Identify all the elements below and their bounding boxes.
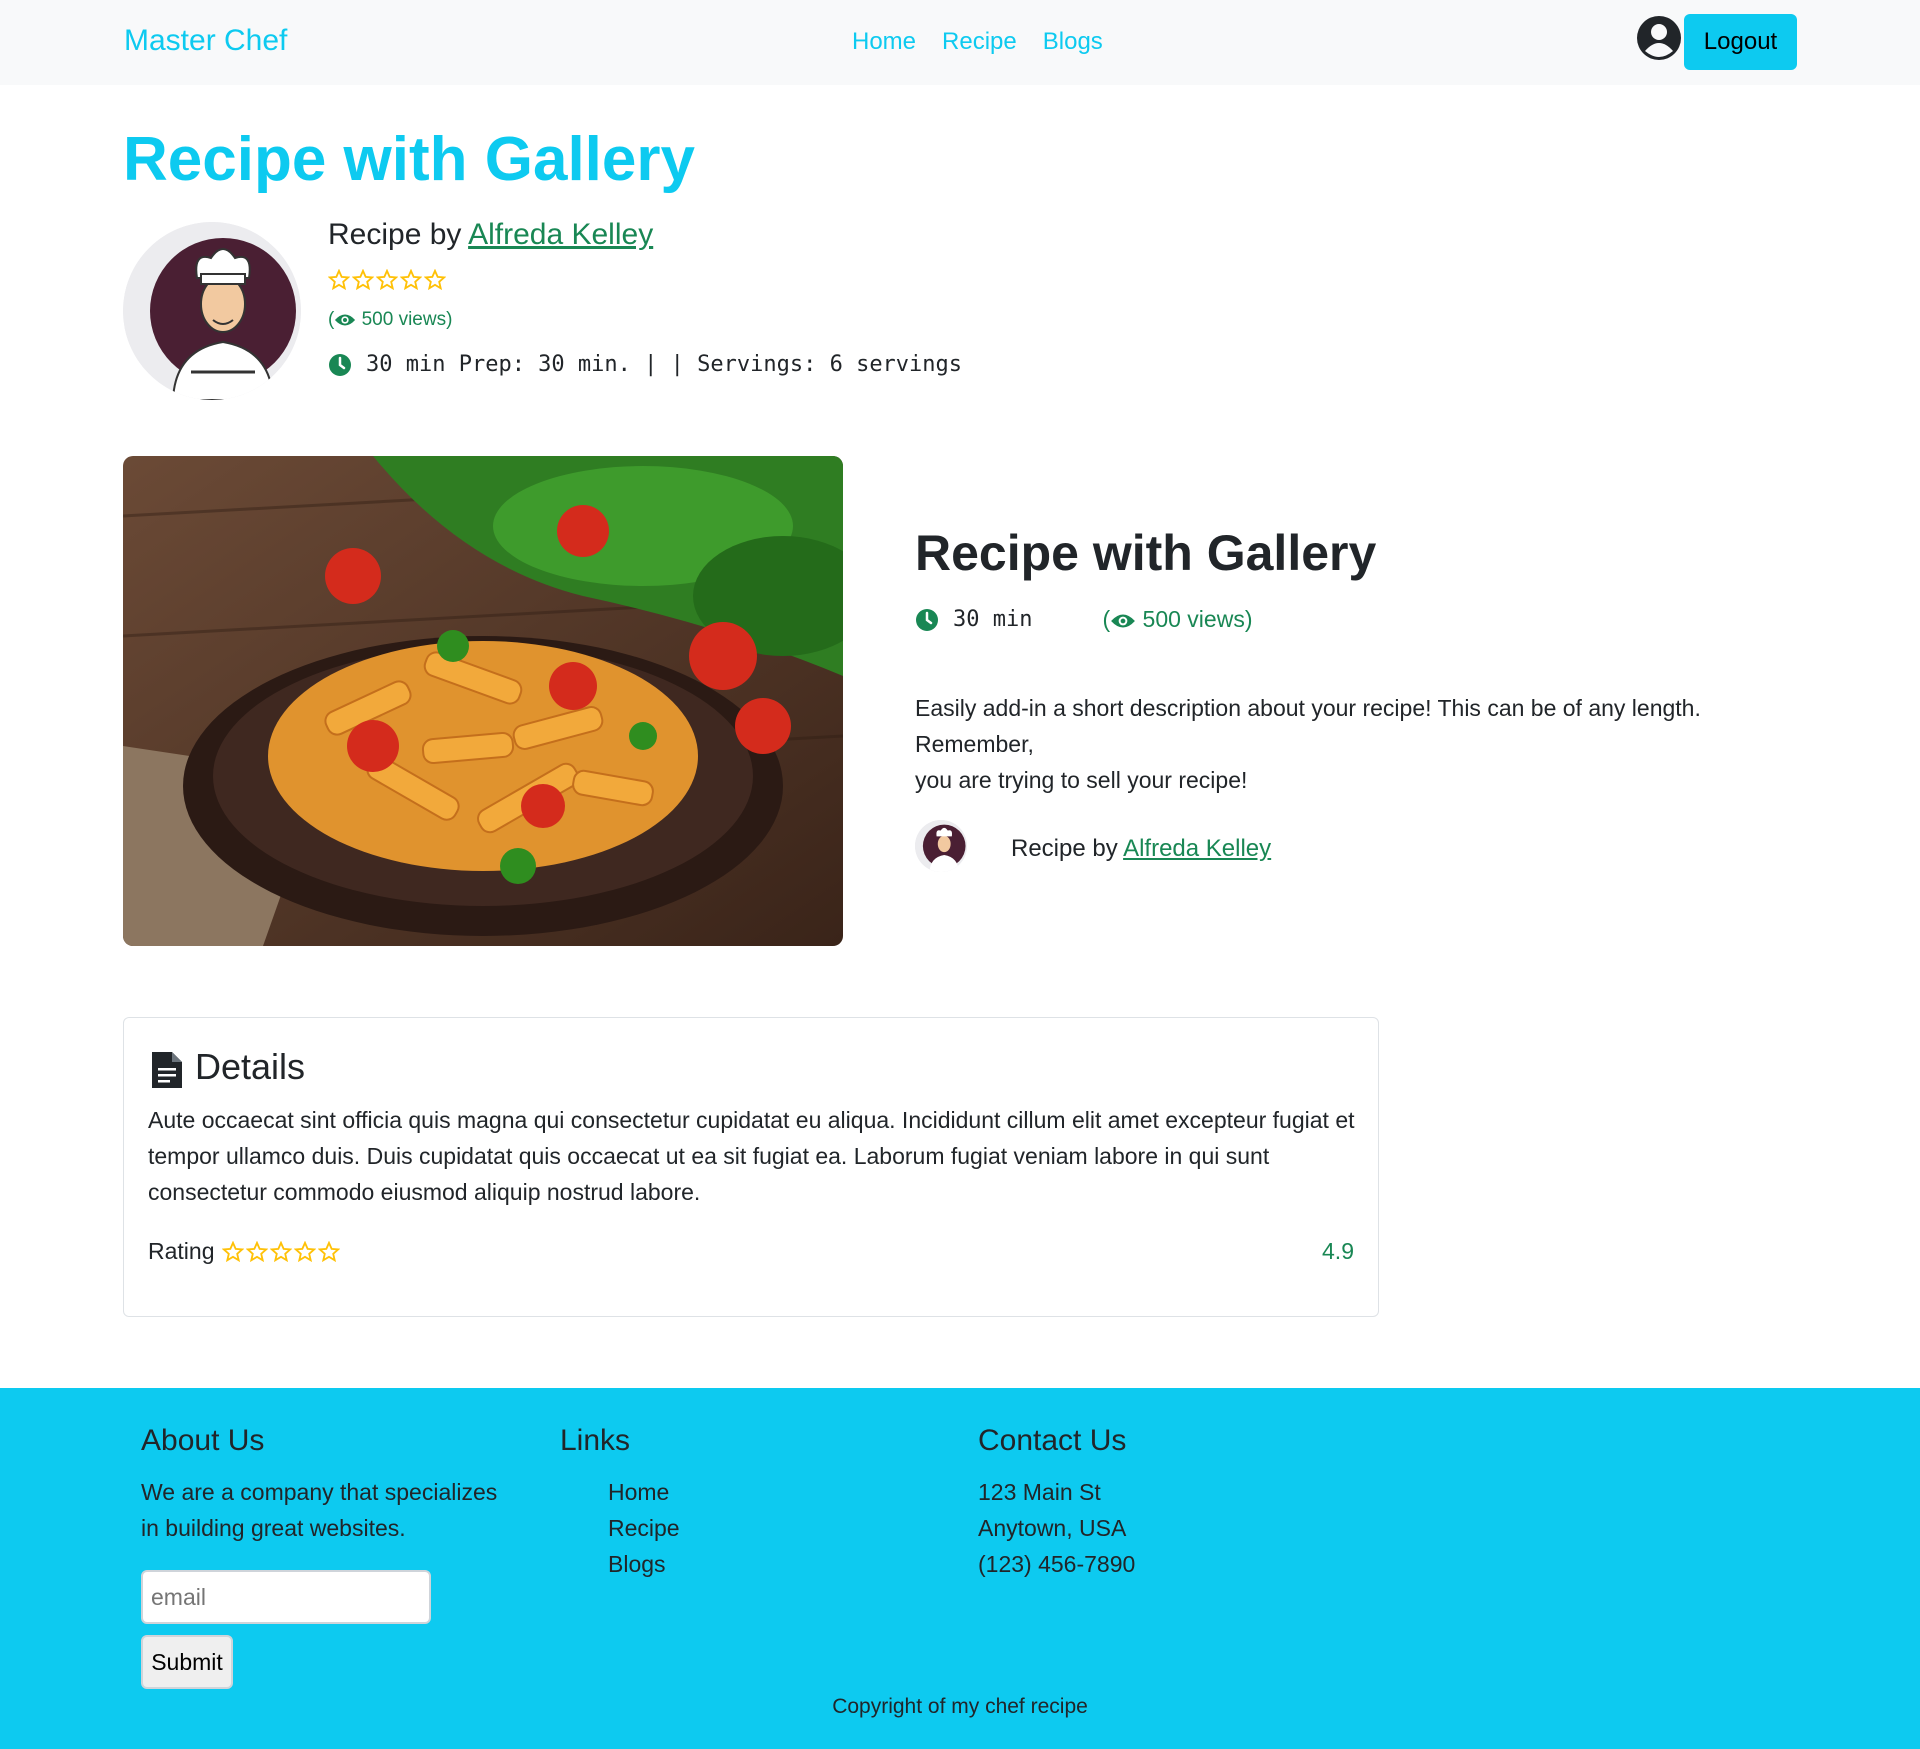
brand-link[interactable]: Master Chef (124, 24, 287, 58)
logout-button[interactable]: Logout (1684, 14, 1797, 70)
contact-address-line1: 123 Main St (978, 1479, 1101, 1505)
details-card: Details Aute occaecat sint officia quis … (123, 1017, 1379, 1317)
links-title: Links (560, 1424, 631, 1457)
recipe-meta: 30 min Prep: 30 min. | | Servings: 6 ser… (328, 352, 962, 377)
contact-phone: (123) 456-7890 (978, 1551, 1136, 1577)
about-text: We are a company that specializes in bui… (141, 1479, 498, 1541)
recipe-by-label: Recipe by (328, 218, 469, 251)
navbar: Master Chef Home Recipe Blogs Logout (0, 0, 1920, 85)
cook-time: 30 min (915, 607, 1032, 632)
contact-title: Contact Us (978, 1424, 1127, 1457)
footer-recipe-link[interactable]: Recipe (608, 1510, 680, 1546)
star-icon (246, 1240, 269, 1262)
author-avatar (123, 222, 301, 400)
clock-icon (329, 353, 351, 376)
nav-home-link[interactable]: Home (852, 28, 916, 56)
submit-button[interactable]: Submit (141, 1635, 233, 1689)
star-icon (294, 1240, 317, 1262)
eye-icon (335, 314, 356, 326)
nav-recipe-link[interactable]: Recipe (942, 28, 1017, 56)
views-count: ( 500 views) (1102, 606, 1253, 632)
star-icon (270, 1240, 293, 1262)
copyright: Copyright of my chef recipe (832, 1695, 1088, 1718)
document-icon (152, 1052, 182, 1088)
star-icon (424, 269, 446, 291)
views-count: ( 500 views) (328, 309, 453, 330)
pasta-dish-image (123, 456, 843, 946)
star-icon (352, 269, 374, 291)
star-icon (400, 269, 422, 291)
rating-value: 4.9 (1322, 1238, 1354, 1264)
contact-details: 123 Main St Anytown, USA (123) 456-7890 (978, 1474, 1135, 1582)
details-text: Aute occaecat sint officia quis magna qu… (148, 1107, 1355, 1205)
star-icon (222, 1240, 245, 1262)
rating-stars (222, 1240, 341, 1263)
contact-address-line2: Anytown, USA (978, 1515, 1127, 1541)
email-input[interactable] (141, 1570, 431, 1624)
footer-blogs-link[interactable]: Blogs (608, 1546, 680, 1582)
recipe-author-line: Recipe by Alfreda Kelley (1011, 835, 1272, 862)
author-link[interactable]: Alfreda Kelley (1123, 835, 1271, 862)
clock-icon (916, 608, 938, 631)
rating-stars (328, 269, 446, 291)
chef-illustration-icon (123, 222, 301, 400)
recipe-description: Easily add-in a short description about … (915, 695, 1701, 793)
star-icon (328, 269, 350, 291)
footer-links: Home Recipe Blogs (608, 1474, 680, 1582)
star-icon (376, 269, 398, 291)
nav-blogs-link[interactable]: Blogs (1043, 28, 1103, 56)
chef-illustration-icon (915, 820, 967, 872)
details-title: Details (195, 1046, 306, 1087)
about-title: About Us (141, 1424, 265, 1457)
eye-icon (1111, 614, 1136, 628)
author-line: Recipe by Alfreda Kelley (328, 218, 653, 252)
user-circle-icon[interactable] (1636, 15, 1682, 61)
recipe-photo (123, 456, 843, 946)
recipe-title: Recipe with Gallery (915, 525, 1377, 581)
nav-links: Home Recipe Blogs (852, 28, 1103, 56)
footer-home-link[interactable]: Home (608, 1474, 680, 1510)
author-avatar-small (915, 820, 967, 872)
author-link[interactable]: Alfreda Kelley (468, 218, 653, 251)
page-title: Recipe with Gallery (123, 125, 695, 194)
star-icon (318, 1240, 341, 1262)
rating-row: Rating (148, 1238, 341, 1265)
recipe-summary-meta: 30 min ( 500 views) (915, 606, 1252, 633)
